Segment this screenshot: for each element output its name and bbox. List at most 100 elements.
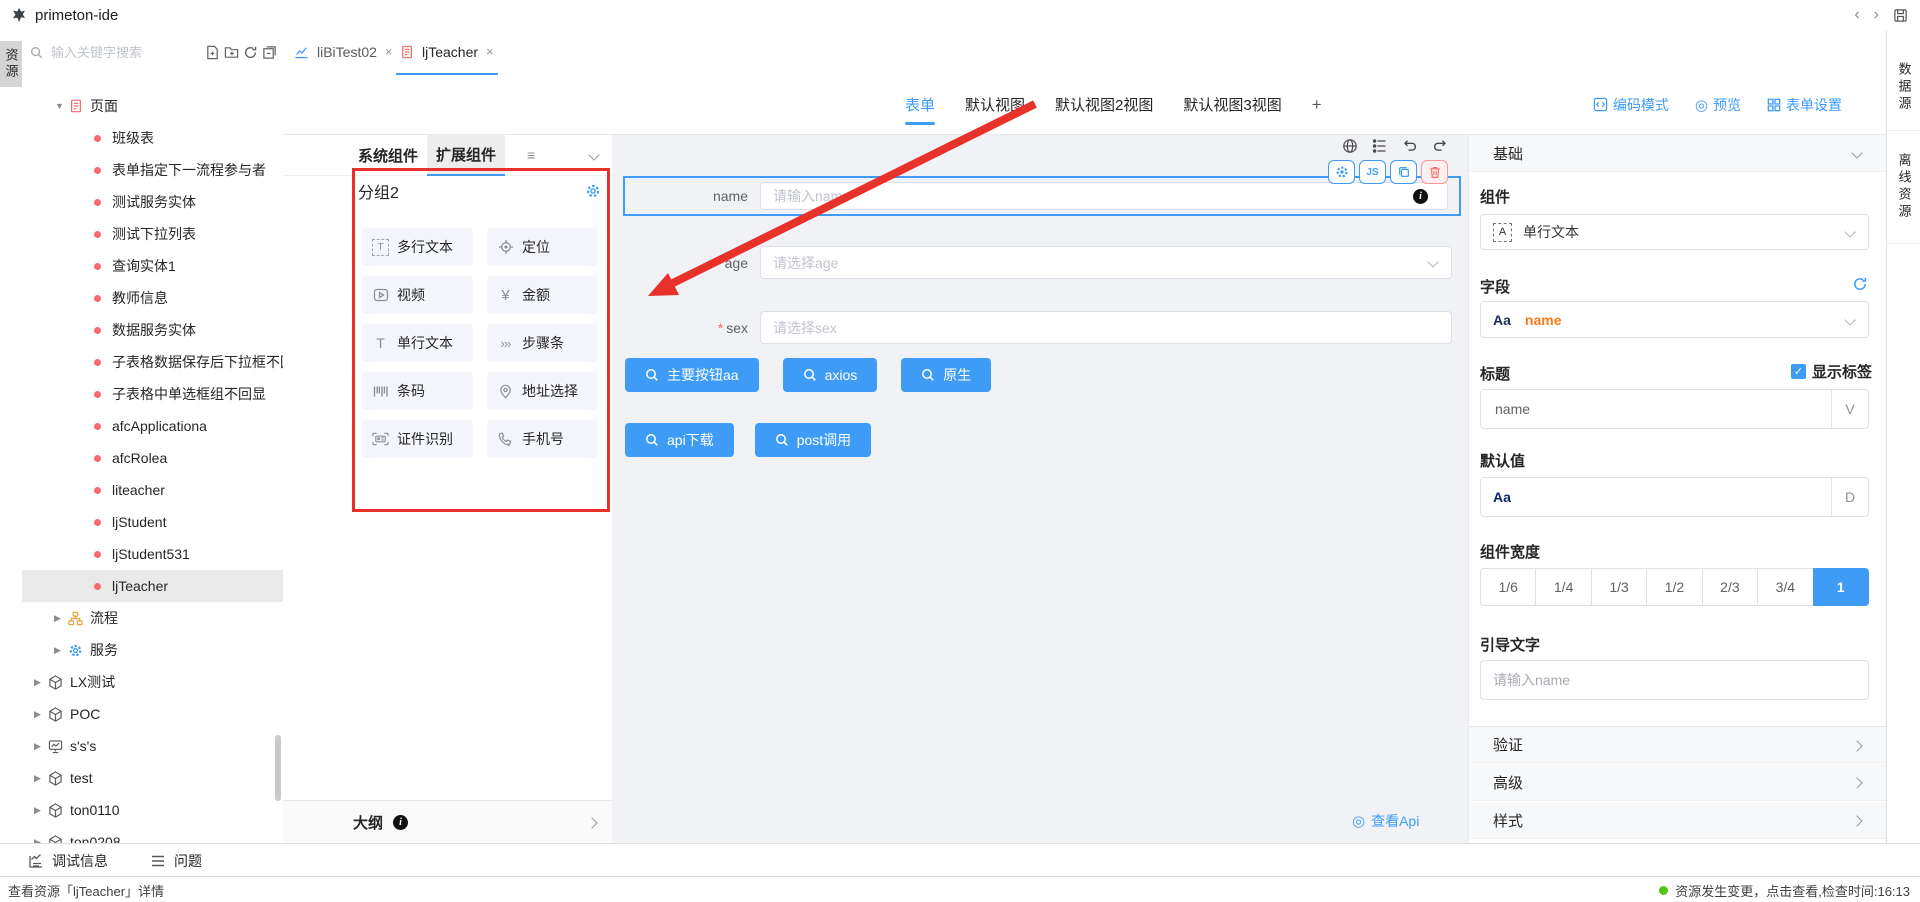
width-option[interactable]: 3/4 <box>1757 568 1813 606</box>
palette-item-location[interactable]: 定位 <box>487 228 598 266</box>
section-style[interactable]: 样式 <box>1469 802 1887 839</box>
tree-item-pages-root[interactable]: ▼ 页面 <box>22 90 283 122</box>
save-icon[interactable] <box>1893 8 1908 23</box>
width-option[interactable]: 1/2 <box>1646 568 1702 606</box>
editor-tab-ljteacher[interactable]: ljTeacher × <box>396 30 498 75</box>
axios-button[interactable]: axios <box>783 358 878 392</box>
caret-right-icon[interactable]: ▶ <box>54 645 68 656</box>
tree-item-project[interactable]: ▶ ton0110 <box>22 794 283 826</box>
undo-icon[interactable] <box>1402 138 1418 154</box>
palette-item-multiline-text[interactable]: T 多行文本 <box>362 228 473 266</box>
width-option[interactable]: 1/3 <box>1591 568 1647 606</box>
close-icon[interactable]: × <box>385 44 393 59</box>
field-js-button[interactable]: JS <box>1359 160 1386 184</box>
section-advanced[interactable]: 高级 <box>1469 764 1887 801</box>
redo-icon[interactable] <box>1432 138 1448 154</box>
show-label-checkbox[interactable]: ✓ <box>1791 364 1806 379</box>
tree-item-project[interactable]: ▶ POC <box>22 698 283 730</box>
title-input[interactable] <box>1493 400 1797 418</box>
caret-right-icon[interactable]: ▶ <box>54 613 68 624</box>
sex-select[interactable]: 请选择sex <box>760 311 1452 344</box>
palette-item-amount[interactable]: ¥ 金额 <box>487 276 598 314</box>
search-input[interactable] <box>49 44 173 61</box>
nav-back-icon[interactable]: ‹ <box>1854 0 1859 30</box>
editor-tab-libitest02[interactable]: liBiTest02 × <box>290 30 397 73</box>
tree-item[interactable]: 测试下拉列表 <box>22 218 283 250</box>
name-input[interactable] <box>760 182 1448 210</box>
view-tab-default2[interactable]: 默认视图2视图 <box>1055 94 1153 115</box>
default-value-dynamic-button[interactable]: D <box>1831 478 1868 516</box>
tree-item[interactable]: afcRolea <box>22 442 283 474</box>
field-settings-gear-button[interactable] <box>1328 160 1355 184</box>
palette-item-address[interactable]: 地址选择 <box>487 372 598 410</box>
debug-info-button[interactable]: 调试信息 <box>28 851 108 871</box>
dock-tab-offline-resources[interactable]: 离线资源 <box>1887 131 1920 244</box>
group-settings-gear-icon[interactable] <box>585 183 601 199</box>
title-variable-button[interactable]: V <box>1831 390 1868 428</box>
tree-item[interactable]: 子表格数据保存后下拉框不回显 <box>22 346 283 378</box>
chevron-down-icon[interactable] <box>588 149 599 160</box>
tree-item-services[interactable]: ▶ 服务 <box>22 634 283 666</box>
tree-item[interactable]: ljStudent <box>22 506 283 538</box>
tree-item[interactable]: 班级表 <box>22 122 283 154</box>
refresh-icon[interactable] <box>243 45 258 60</box>
tree-item[interactable]: 子表格中单选框组不回显 <box>22 378 283 410</box>
tree-item[interactable]: ljStudent531 <box>22 538 283 570</box>
palette-item-steps[interactable]: ››› 步骤条 <box>487 324 598 362</box>
add-view-tab-button[interactable]: + <box>1312 95 1322 115</box>
width-option[interactable]: 1/4 <box>1535 568 1591 606</box>
age-select[interactable]: 请选择age <box>760 246 1452 279</box>
view-tab-default3[interactable]: 默认视图3视图 <box>1183 94 1281 115</box>
outline-tree-icon[interactable] <box>1372 138 1388 154</box>
palette-menu-icon[interactable]: ≡ <box>527 147 535 163</box>
outline-bar[interactable]: 大纲 i <box>283 800 612 844</box>
activity-tab-resources[interactable]: 资源 <box>0 41 22 87</box>
tree-item[interactable]: liteacher <box>22 474 283 506</box>
caret-right-icon[interactable]: ▶ <box>34 709 48 720</box>
field-delete-button[interactable] <box>1421 160 1448 184</box>
default-value-input-wrap[interactable]: Aa D <box>1480 477 1869 517</box>
native-button[interactable]: 原生 <box>901 358 991 392</box>
tree-item[interactable]: 查询实体1 <box>22 250 283 282</box>
view-tab-default[interactable]: 默认视图 <box>965 94 1025 115</box>
field-info-icon[interactable]: i <box>1413 189 1428 204</box>
form-settings-button[interactable]: 表单设置 <box>1767 95 1842 115</box>
palette-tab-extend[interactable]: 扩展组件 <box>427 134 505 176</box>
field-copy-button[interactable] <box>1390 160 1417 184</box>
tree-item-project[interactable]: ▶ test <box>22 762 283 794</box>
caret-down-icon[interactable]: ▼ <box>55 101 69 111</box>
guide-text-input[interactable] <box>1480 660 1869 700</box>
palette-tab-system[interactable]: 系统组件 <box>349 135 427 175</box>
caret-right-icon[interactable]: ▶ <box>34 773 48 784</box>
code-mode-button[interactable]: 编码模式 <box>1593 95 1669 115</box>
api-download-button[interactable]: api下载 <box>625 423 734 457</box>
width-option[interactable]: 1/6 <box>1480 568 1536 606</box>
component-select[interactable]: A 单行文本 <box>1480 214 1869 250</box>
view-tab-form[interactable]: 表单 <box>905 94 935 115</box>
chevron-right-icon[interactable] <box>586 817 597 828</box>
status-left-text[interactable]: 查看资源「ljTeacher」详情 <box>8 881 164 900</box>
tree-item[interactable]: 测试服务实体 <box>22 186 283 218</box>
palette-item-phone[interactable]: 手机号 <box>487 420 598 458</box>
status-right[interactable]: 资源发生变更，点击查看,检查时间:16:13 <box>1659 881 1910 900</box>
tree-item[interactable]: 表单指定下一流程参与者 <box>22 154 283 186</box>
preview-button[interactable]: ◎ 预览 <box>1695 95 1741 115</box>
caret-right-icon[interactable]: ▶ <box>34 741 48 752</box>
nav-forward-icon[interactable]: › <box>1874 0 1879 30</box>
collapse-all-icon[interactable] <box>262 45 277 60</box>
tree-item-project[interactable]: ▶ s's's <box>22 730 283 762</box>
view-api-link[interactable]: ◎ 查看Api <box>1352 811 1419 831</box>
width-option-active[interactable]: 1 <box>1813 568 1869 606</box>
width-option[interactable]: 2/3 <box>1702 568 1758 606</box>
problems-button[interactable]: 问题 <box>150 851 202 871</box>
palette-item-id-recognition[interactable]: 证件识别 <box>362 420 473 458</box>
palette-item-barcode[interactable]: 条码 <box>362 372 473 410</box>
tree-item-selected[interactable]: ljTeacher <box>22 570 283 602</box>
tree-item[interactable]: afcApplicationa <box>22 410 283 442</box>
tree-item-flow[interactable]: ▶ 流程 <box>22 602 283 634</box>
add-folder-icon[interactable] <box>224 45 239 60</box>
tree-item-project[interactable]: ▶ ton0208 <box>22 826 283 843</box>
section-validation[interactable]: 验证 <box>1469 726 1887 763</box>
tree-scrollbar[interactable] <box>275 735 281 801</box>
tree-item-project[interactable]: ▶ LX测试 <box>22 666 283 698</box>
